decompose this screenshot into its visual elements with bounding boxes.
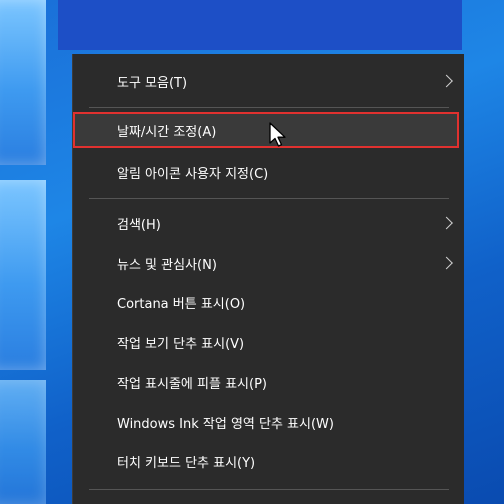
- menu-item-show-cortana-button[interactable]: Cortana 버튼 표시(O): [73, 284, 465, 320]
- menu-item-label: 도구 모음(T): [117, 75, 188, 91]
- menu-separator: [89, 489, 449, 490]
- menu-separator: [89, 198, 449, 199]
- chevron-right-icon: [440, 216, 453, 230]
- menu-item-label: 터치 키보드 단추 표시(Y): [117, 455, 256, 471]
- menu-item-label: Cortana 버튼 표시(O): [117, 296, 246, 312]
- windows-logo-wallpaper: [0, 0, 60, 504]
- desktop-blue-region: [58, 0, 462, 50]
- mouse-pointer-icon: [269, 122, 286, 147]
- menu-item-show-task-view-button[interactable]: 작업 보기 단추 표시(V): [73, 324, 465, 360]
- menu-item-search[interactable]: 검색(H): [73, 205, 465, 241]
- menu-item-show-touch-keyboard-button[interactable]: 터치 키보드 단추 표시(Y): [73, 443, 465, 479]
- menu-item-label: Windows Ink 작업 영역 단추 표시(W): [117, 416, 334, 432]
- menu-separator: [89, 107, 449, 108]
- menu-item-label: 작업 표시줄에 피플 표시(P): [117, 376, 267, 392]
- menu-item-show-people-on-taskbar[interactable]: 작업 표시줄에 피플 표시(P): [73, 364, 465, 400]
- menu-item-news-and-interests[interactable]: 뉴스 및 관심사(N): [73, 245, 465, 281]
- chevron-right-icon: [440, 74, 453, 88]
- menu-item-customize-notification-icons[interactable]: 알림 아이콘 사용자 지정(C): [73, 154, 465, 190]
- logo-pane-middle: [0, 180, 46, 370]
- menu-item-show-windows-ink-button[interactable]: Windows Ink 작업 영역 단추 표시(W): [73, 404, 465, 440]
- menu-item-label: 알림 아이콘 사용자 지정(C): [117, 166, 269, 182]
- screen: 도구 모음(T) 날짜/시간 조정(A) 알림 아이콘 사용자 지정(C) 검색…: [0, 0, 504, 504]
- chevron-right-icon: [440, 256, 453, 270]
- logo-pane-top: [0, 0, 46, 165]
- menu-item-label: 작업 보기 단추 표시(V): [117, 336, 245, 352]
- menu-item-label: 뉴스 및 관심사(N): [117, 257, 217, 273]
- menu-item-label: 검색(H): [117, 217, 161, 233]
- menu-item-toolbars[interactable]: 도구 모음(T): [73, 63, 465, 99]
- logo-pane-bottom: [0, 380, 46, 504]
- menu-item-adjust-date-time[interactable]: 날짜/시간 조정(A): [73, 112, 459, 148]
- menu-item-label: 날짜/시간 조정(A): [117, 124, 217, 140]
